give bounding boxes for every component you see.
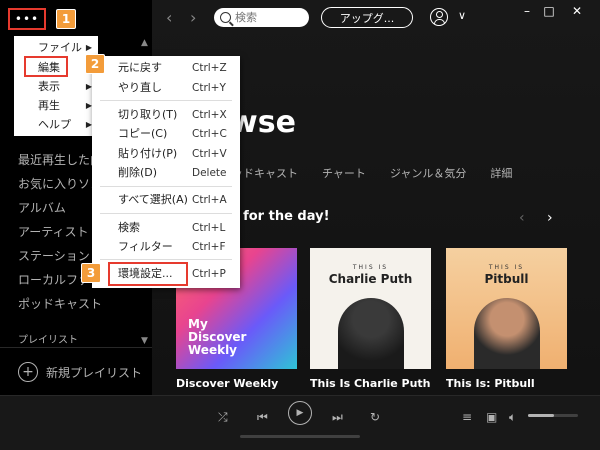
menu-separator <box>100 186 232 187</box>
menu-item-delete[interactable]: 削除(D) Delete <box>92 163 240 183</box>
upgrade-button[interactable]: アップグ... <box>321 7 413 28</box>
playlist-card-pitbull[interactable]: THIS IS Pitbull <box>446 248 567 369</box>
preferences-highlight-box <box>108 262 188 286</box>
close-icon[interactable]: ✕ <box>566 4 588 18</box>
menu-item-select-all[interactable]: すべて選択(A) Ctrl+A <box>92 190 240 210</box>
user-avatar-icon[interactable] <box>430 8 448 26</box>
minimize-icon[interactable]: – <box>516 4 538 18</box>
shortcut-label: Ctrl+Z <box>192 62 227 74</box>
menu-item-help[interactable]: ヘルプ ▶ <box>14 115 98 135</box>
repeat-icon[interactable]: ↻ <box>370 410 380 424</box>
progress-bar[interactable] <box>240 435 360 438</box>
sidebar-scroll-down-icon[interactable]: ▼ <box>141 336 148 346</box>
step-badge: 1 <box>56 9 76 29</box>
shortcut-label: Delete <box>192 167 227 179</box>
menu-item-paste[interactable]: 貼り付け(P) Ctrl+V <box>92 144 240 164</box>
tab-podcasts[interactable]: ッドキャスト <box>232 165 298 181</box>
sidebar-divider <box>0 347 152 348</box>
menu-item-label: 切り取り(T) <box>118 108 178 121</box>
menu-item-copy[interactable]: コピー(C) Ctrl+C <box>92 124 240 144</box>
main-dropdown-menu: ファイル▶ 編集▶ 表示▶ 再生▶ ヘルプ▶ <box>14 36 98 136</box>
menu-item-search[interactable]: 検索 Ctrl+L <box>92 218 240 238</box>
shortcut-label: Ctrl+C <box>192 128 227 140</box>
menu-item-label: ファイル <box>38 41 82 54</box>
shortcut-label: Ctrl+P <box>192 268 226 280</box>
new-playlist-button[interactable]: + 新規プレイリスト <box>18 362 142 382</box>
sidebar-scroll-up-icon[interactable]: ▲ <box>141 38 148 48</box>
tab-details[interactable]: 詳細 <box>490 165 512 181</box>
player-bar: ⤮ ⏮ ▶ ⏭ ↻ ≡ ▣ 🔈︎ <box>0 395 600 450</box>
menu-separator <box>100 259 232 260</box>
edit-submenu: 元に戻す Ctrl+Z やり直し Ctrl+Y 切り取り(T) Ctrl+X コピー(… <box>92 56 240 288</box>
shortcut-label: Ctrl+L <box>192 222 226 234</box>
menu-item-label: 検索 <box>118 221 140 234</box>
card-title[interactable]: This Is: Pitbull <box>446 377 535 390</box>
menu-item-label: やり直し <box>118 81 162 94</box>
menu-item-label: 元に戻す <box>118 61 162 74</box>
new-playlist-label: 新規プレイリスト <box>46 365 143 380</box>
this-is-label: THIS IS <box>488 264 525 271</box>
shuffle-icon[interactable]: ⤮ <box>218 410 228 425</box>
back-arrow-icon[interactable]: ‹ <box>166 8 172 27</box>
play-icon: ▶ <box>296 408 304 418</box>
browse-tabs: ッドキャスト チャート ジャンル＆気分 詳細 <box>232 165 512 181</box>
sidebar-item-podcasts[interactable]: ポッドキャスト <box>18 295 148 312</box>
top-bar: ‹ › アップグ... ∨ – □ ✕ <box>152 0 600 36</box>
shortcut-label: Ctrl+X <box>192 109 227 121</box>
menu-separator <box>100 100 232 101</box>
tab-charts[interactable]: チャート <box>322 165 366 181</box>
artist-name: Pitbull <box>484 272 529 286</box>
menu-item-label: ヘルプ <box>38 118 71 131</box>
menu-item-redo[interactable]: やり直し Ctrl+Y <box>92 78 240 98</box>
queue-icon[interactable]: ≡ <box>462 410 472 424</box>
carousel-prev-icon[interactable]: ‹ <box>519 210 525 226</box>
cover-text: My Discover Weekly <box>188 317 247 358</box>
menu-item-undo[interactable]: 元に戻す Ctrl+Z <box>92 58 240 78</box>
volume-icon[interactable]: 🔈︎ <box>509 410 516 425</box>
volume-fill <box>528 414 554 417</box>
shortcut-label: Ctrl+Y <box>192 82 226 94</box>
maximize-icon[interactable]: □ <box>538 4 560 18</box>
menu-item-label: フィルター <box>118 240 173 253</box>
menu-item-label: 表示 <box>38 80 60 93</box>
step-badge: 3 <box>81 263 101 283</box>
artist-portrait <box>338 298 404 369</box>
devices-icon[interactable]: ▣ <box>486 410 497 424</box>
artist-portrait <box>474 298 540 369</box>
menu-item-label: 貼り付け(P) <box>118 147 178 160</box>
menu-separator <box>100 213 232 214</box>
menu-item-filter[interactable]: フィルター Ctrl+F <box>92 237 240 257</box>
menu-item-label: コピー(C) <box>118 127 168 140</box>
menu-item-label: 再生 <box>38 99 60 112</box>
forward-arrow-icon[interactable]: › <box>190 8 196 27</box>
menu-item-cut[interactable]: 切り取り(T) Ctrl+X <box>92 105 240 125</box>
tab-genres-moods[interactable]: ジャンル＆気分 <box>390 165 466 181</box>
edit-highlight-box <box>24 56 68 77</box>
play-button[interactable]: ▶ <box>288 401 312 425</box>
search-box[interactable] <box>214 8 309 27</box>
shortcut-label: Ctrl+V <box>192 148 227 160</box>
volume-slider[interactable] <box>528 414 578 417</box>
chevron-down-icon[interactable]: ∨ <box>458 9 466 22</box>
plus-icon: + <box>18 362 38 382</box>
shortcut-label: Ctrl+F <box>192 241 226 253</box>
menu-item-label: すべて選択(A) <box>118 193 188 206</box>
search-icon <box>220 12 231 23</box>
sidebar-playlist-heading: プレイリスト <box>18 335 78 346</box>
next-track-icon[interactable]: ⏭ <box>332 410 343 425</box>
this-is-label: THIS IS <box>352 264 389 271</box>
main-menu-button[interactable]: ••• <box>8 8 46 30</box>
previous-track-icon[interactable]: ⏮ <box>257 410 268 425</box>
playlist-card-charlie-puth[interactable]: THIS IS Charlie Puth <box>310 248 431 369</box>
shortcut-label: Ctrl+A <box>192 194 227 206</box>
card-title[interactable]: This Is Charlie Puth <box>310 377 431 390</box>
carousel-next-icon[interactable]: › <box>547 210 553 226</box>
step-badge: 2 <box>85 54 105 74</box>
menu-item-label: 削除(D) <box>118 166 158 179</box>
card-title[interactable]: Discover Weekly <box>176 377 278 390</box>
search-input[interactable] <box>235 11 305 24</box>
artist-name: Charlie Puth <box>328 272 413 286</box>
menu-item-playback[interactable]: 再生 ▶ <box>14 96 98 116</box>
menu-item-view[interactable]: 表示 ▶ <box>14 77 98 97</box>
